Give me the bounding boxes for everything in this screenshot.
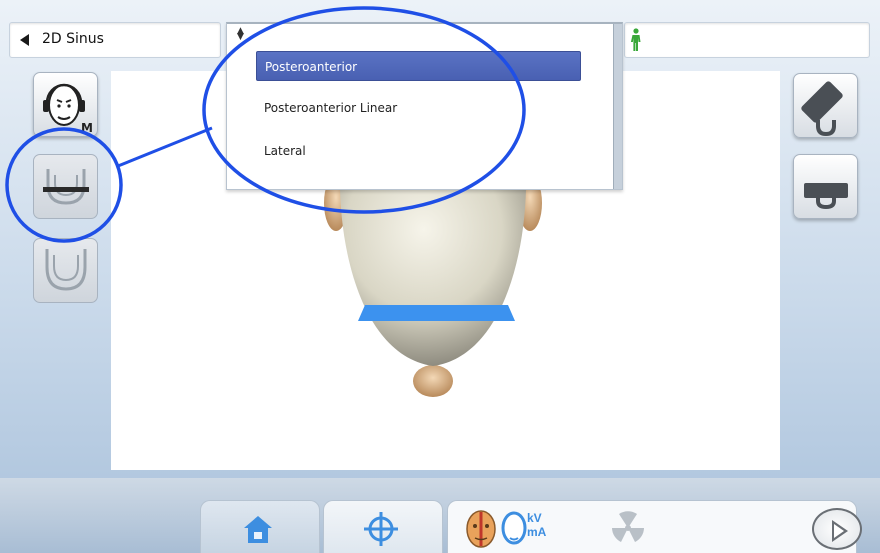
option-lateral[interactable]: Lateral — [256, 136, 581, 166]
chin-rest-button[interactable] — [793, 154, 858, 219]
bite-block-button[interactable] — [33, 154, 98, 219]
jaw-arch-icon — [45, 249, 87, 291]
ma-label: mA — [527, 525, 547, 539]
patient-field[interactable] — [624, 22, 870, 58]
start-exposure-button[interactable] — [812, 508, 862, 550]
alignment-bar — [358, 305, 515, 321]
blue-head-icon — [501, 511, 527, 545]
kv-label: kV — [527, 511, 542, 525]
option-posteroanterior[interactable]: Posteroanterior — [256, 51, 581, 81]
mode-label: M — [81, 121, 93, 135]
sort-arrows-icon[interactable]: ▲ ▼ — [237, 27, 244, 42]
headrest-temple-icon — [801, 81, 843, 137]
patient-head-model — [324, 171, 542, 397]
jaw-arch-button[interactable] — [33, 238, 98, 303]
projection-dropdown[interactable]: ▲ ▼ Posteroanterior Posteroanterior Linea… — [226, 22, 623, 190]
program-label: 2D Sinus — [42, 31, 104, 47]
chin-rest-icon — [804, 183, 848, 210]
program-selector[interactable]: 2D Sinus — [9, 22, 221, 58]
patient-face-icon[interactable] — [462, 507, 500, 551]
radiation-icon[interactable] — [610, 510, 646, 546]
option-posteroanterior-linear[interactable]: Posteroanterior Linear — [256, 93, 581, 123]
dropdown-scrollbar[interactable] — [613, 24, 622, 189]
kv-ma-icon[interactable]: kV mA — [500, 508, 550, 550]
back-triangle-icon[interactable] — [20, 34, 29, 46]
headrest-button[interactable] — [793, 73, 858, 138]
bite-block-tray-icon — [43, 169, 89, 205]
patient-position-button[interactable]: M — [33, 72, 98, 137]
target-crosshair-icon[interactable] — [361, 509, 401, 549]
person-icon — [630, 28, 641, 51]
home-icon[interactable] — [240, 511, 276, 547]
